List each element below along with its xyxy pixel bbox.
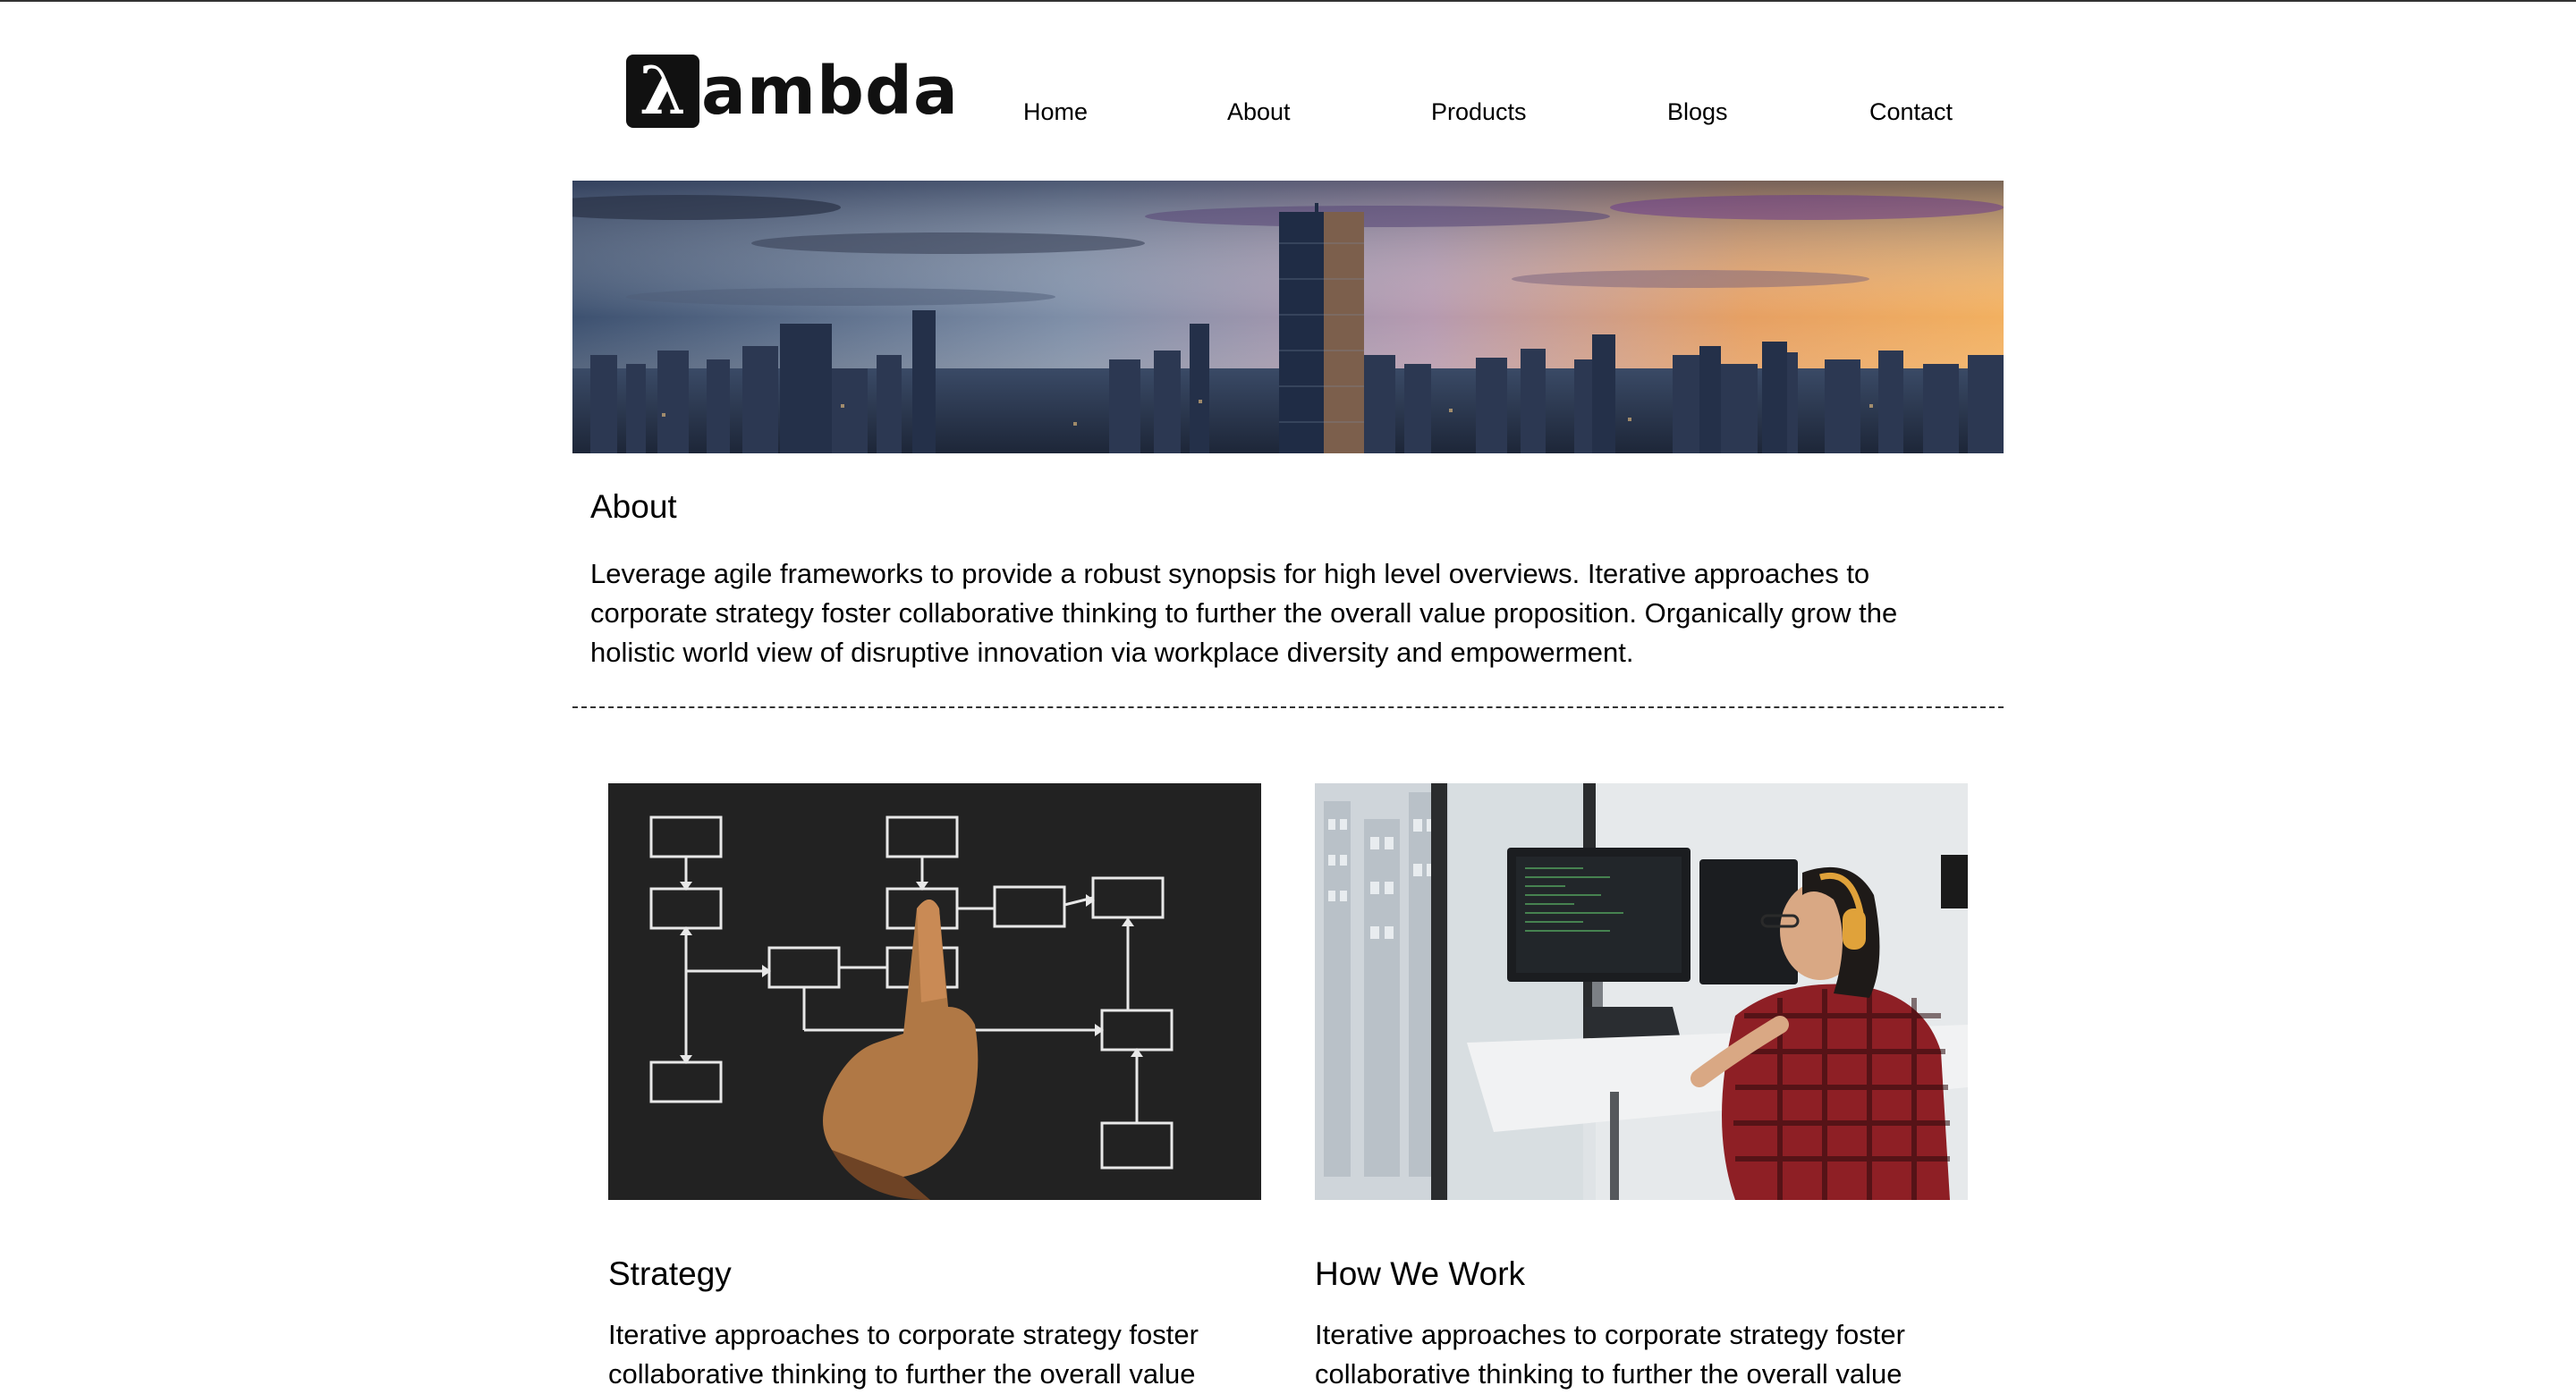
how-we-work-title: How We Work [1315, 1255, 1526, 1292]
strategy-title: Strategy [608, 1255, 732, 1292]
city-skyline-image [572, 181, 2004, 453]
strategy-text: Iterative approaches to corporate strate… [608, 1319, 1199, 1390]
strategy-card: Strategy Iterative approaches to corpora… [608, 783, 1261, 1390]
chalkboard-flowchart-image [608, 783, 1261, 1200]
site-header: λ ambda Home About Products Blogs Contac… [572, 0, 2004, 181]
how-we-work-card: How We Work Iterative approaches to corp… [1315, 783, 1968, 1390]
hero-banner [572, 181, 2004, 453]
about-heading: About [590, 488, 677, 525]
nav-home[interactable]: Home [1023, 98, 1088, 126]
section-divider [572, 706, 2004, 708]
nav-blogs[interactable]: Blogs [1667, 98, 1728, 126]
nav-about[interactable]: About [1227, 98, 1291, 126]
developer-at-workstation-image [1315, 783, 1968, 1200]
nav-products[interactable]: Products [1431, 98, 1527, 126]
about-paragraph: Leverage agile frameworks to provide a r… [590, 558, 1898, 668]
main-nav: Home About Products Blogs Contact [572, 98, 2004, 134]
nav-contact[interactable]: Contact [1869, 98, 1953, 126]
how-we-work-text: Iterative approaches to corporate strate… [1315, 1319, 1905, 1390]
page-container: λ ambda Home About Products Blogs Contac… [572, 0, 2004, 1390]
